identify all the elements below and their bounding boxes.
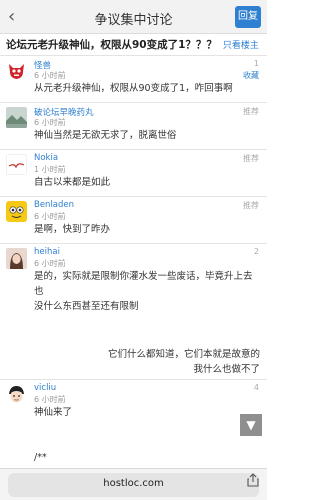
browser-bar: hostloc.com bbox=[0, 468, 267, 500]
post-content: 神仙当然是无欲无求了，脱离世俗 bbox=[34, 130, 177, 141]
post-content-line: 是的，实际就是限制你灌水发一些废话，毕竟升上去也 bbox=[34, 271, 253, 297]
reply-button[interactable]: 回复 bbox=[235, 6, 261, 28]
scroll-down-icon[interactable]: ▼ bbox=[240, 414, 262, 436]
post-time: 6 小时前 bbox=[34, 118, 66, 127]
favorite-button[interactable]: 收藏 bbox=[243, 70, 259, 81]
post-floor: 推荐 bbox=[243, 201, 259, 210]
post-content: 从元老升级神仙，权限从90变成了1，咋回事啊 bbox=[34, 83, 233, 94]
cartoon-boy-avatar[interactable] bbox=[6, 384, 27, 405]
post-content: 是啊，快到了昨办 bbox=[34, 224, 111, 235]
post-username[interactable]: heihai bbox=[34, 247, 60, 257]
post-content: 自古以来都是如此 bbox=[34, 177, 111, 188]
post-floor: 2 bbox=[253, 247, 259, 256]
post-content-line: 它们什么都知道，它们本就是故意的 bbox=[107, 349, 260, 360]
post-content: 神仙来了 bbox=[34, 407, 73, 418]
yellow-face-avatar[interactable] bbox=[6, 201, 27, 222]
post-time: 6 小时前 bbox=[34, 395, 66, 404]
nokia-avatar[interactable] bbox=[6, 154, 27, 175]
url-text: hostloc.com bbox=[103, 478, 164, 489]
post-content-right: 它们什么都知道，它们本就是故意的 我什么也做不了 bbox=[34, 347, 260, 377]
girl-avatar[interactable] bbox=[6, 248, 27, 269]
thread-title: 论坛元老升级神仙，权限从90变成了1？？？ 只看楼主 bbox=[6, 38, 261, 53]
post-item: heihai 6 小时前 2 是的，实际就是限制你灌水发一些废话，毕竟升上去也 … bbox=[0, 243, 267, 379]
thread-title-text: 论坛元老升级神仙，权限从90变成了1？？？ bbox=[6, 39, 217, 51]
top-navbar: ‹ 争议集中讨论 回复 bbox=[0, 0, 267, 34]
post-item: 怪兽 6 小时前 1 收藏 从元老升级神仙，权限从90变成了1，咋回事啊 bbox=[0, 55, 267, 102]
post-floor: 4 bbox=[253, 383, 259, 392]
post-content-line: 我什么也做不了 bbox=[193, 364, 260, 375]
post-time: 6 小时前 bbox=[34, 212, 66, 221]
post-time: 1 小时前 bbox=[34, 165, 66, 174]
post-content: 是的，实际就是限制你灌水发一些废话，毕竟升上去也 没什么东西甚至还有限制 bbox=[34, 269, 260, 314]
landscape-avatar[interactable] bbox=[6, 107, 27, 128]
post-time: 6 小时前 bbox=[34, 259, 66, 268]
post-item: Nokia 1 小时前 推荐 自古以来都是如此 bbox=[0, 149, 267, 196]
post-content-line: 没什么东西甚至还有限制 bbox=[34, 301, 139, 312]
post-time: 6 小时前 bbox=[34, 71, 66, 80]
post-floor: 推荐 bbox=[243, 107, 259, 116]
url-bar[interactable]: hostloc.com bbox=[8, 473, 259, 497]
post-item: Benladen 6 小时前 推荐 是啊，快到了昨办 bbox=[0, 196, 267, 243]
share-icon[interactable] bbox=[247, 473, 259, 487]
post-username[interactable]: vicliu bbox=[34, 383, 56, 393]
page-title: 争议集中讨论 bbox=[94, 13, 173, 28]
post-item: vicliu 6 小时前 4 神仙来了 /** bbox=[0, 379, 267, 468]
post-trailing-text: /** bbox=[34, 452, 47, 463]
post-item: 破论坛早晚药丸 6 小时前 推荐 神仙当然是无欲无求了，脱离世俗 bbox=[0, 102, 267, 149]
only-op-link[interactable]: 只看楼主 bbox=[223, 41, 259, 51]
post-username[interactable]: Nokia bbox=[34, 153, 58, 163]
post-username[interactable]: Benladen bbox=[34, 200, 74, 210]
red-monster-avatar[interactable] bbox=[6, 60, 27, 81]
post-floor: 推荐 bbox=[243, 154, 259, 163]
post-floor: 1 bbox=[253, 59, 259, 68]
